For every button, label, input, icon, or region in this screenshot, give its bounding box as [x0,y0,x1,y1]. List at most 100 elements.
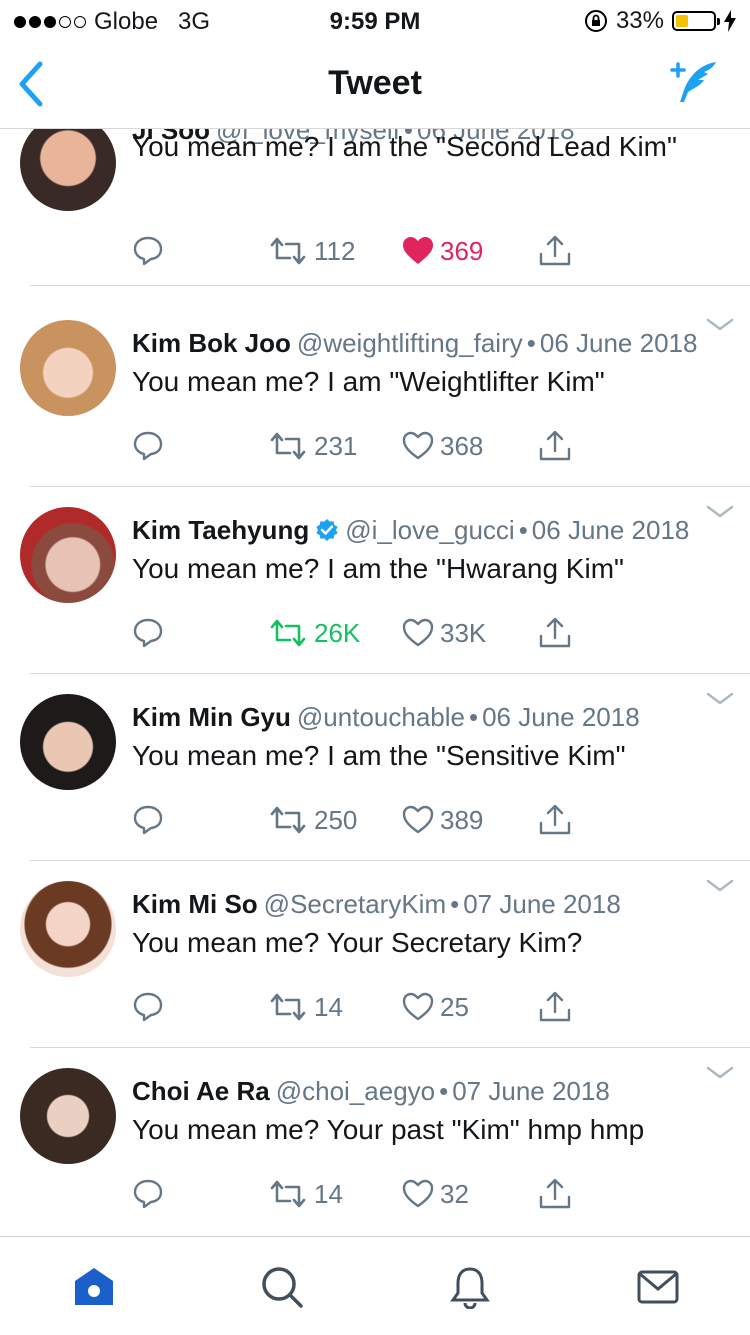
like-button[interactable]: 368 [402,426,483,466]
author-name[interactable]: Choi Ae Ra [132,1076,270,1106]
like-count: 32 [440,1178,469,1209]
author-handle[interactable]: @untouchable [297,702,465,732]
search-icon[interactable] [260,1265,304,1309]
tweet-text: You mean me? I am "Weightlifter Kim" [132,366,605,397]
author-handle[interactable]: @i_love_gucci [345,515,514,545]
page-title: Tweet [328,64,422,102]
home-icon[interactable] [72,1265,116,1309]
author-handle[interactable]: @choi_aegyo [276,1076,435,1106]
tweet-actions: 250 389 [132,800,732,840]
share-icon [538,234,572,268]
tweet-item[interactable]: Kim Mi So @SecretaryKim • 07 June 2018 You m… [0,861,750,1051]
reply-button[interactable] [132,800,164,840]
reply-button[interactable] [132,426,164,466]
dot-separator: • [518,515,528,545]
like-button[interactable]: 33K [402,613,486,653]
avatar[interactable] [20,881,116,977]
tweet-item[interactable]: Kim Bok Joo @weightlifting_fairy • 06 June … [0,300,750,490]
share-button[interactable] [538,426,572,466]
retweet-icon [268,618,308,648]
tweet-date: 06 June 2018 [539,328,698,358]
like-button[interactable]: 25 [402,987,469,1027]
share-button[interactable] [538,613,572,653]
like-button[interactable]: 369 [402,231,483,271]
share-icon [538,1177,572,1211]
share-button[interactable] [538,800,572,840]
author-handle[interactable]: @weightlifting_fairy [297,328,523,358]
like-count: 25 [440,991,469,1022]
more-options-chevron-icon[interactable] [706,1066,734,1080]
tweet-text: You mean me? I am the "Second Lead Kim" [132,131,677,162]
charging-bolt-icon [724,10,736,32]
tweet-text: You mean me? Your past "Kim" hmp hmp [132,1114,645,1145]
tweet-header: Kim Taehyung @i_love_gucci • 06 June 2018 [132,515,689,549]
like-button[interactable]: 389 [402,800,483,840]
tweet-item[interactable]: Choi Ae Ra @choi_aegyo • 07 June 2018 You me… [0,1048,750,1235]
share-button[interactable] [538,987,572,1027]
share-icon [538,803,572,837]
dot-separator: • [450,889,460,919]
tweet-header: Kim Mi So @SecretaryKim • 07 June 2018 [132,889,621,920]
author-name[interactable]: Kim Taehyung [132,515,309,545]
reply-button[interactable] [132,613,164,653]
heart-icon [402,805,434,835]
avatar[interactable] [20,1068,116,1164]
reply-button[interactable] [132,1174,164,1214]
retweet-button[interactable]: 250 [268,800,357,840]
tweet-item[interactable]: Ji Soo @i_love_myself • 06 June 2018 You mea… [0,129,750,305]
tweet-actions: 26K 33K [132,613,732,653]
reply-icon [132,235,164,267]
tweet-item[interactable]: Kim Taehyung @i_love_gucci • 06 June 2018 Yo… [0,487,750,677]
author-name[interactable]: Kim Bok Joo [132,328,291,358]
tweet-text: You mean me? I am the "Hwarang Kim" [132,553,624,584]
author-name[interactable]: Kim Min Gyu [132,702,291,732]
tweet-actions: 14 32 [132,1174,732,1214]
tweet-date: 07 June 2018 [463,889,621,919]
dot-separator: • [468,702,479,732]
more-options-chevron-icon[interactable] [706,318,734,332]
reply-icon [132,991,164,1023]
author-handle[interactable]: @SecretaryKim [264,889,446,919]
tweet-actions: 112 369 [132,231,732,271]
retweet-count: 26K [314,617,361,648]
share-button[interactable] [538,231,572,271]
status-bar: Globe 3G 9:59 PM 33% [0,0,750,40]
tweet-header: Kim Bok Joo @weightlifting_fairy • 06 June … [132,328,697,359]
retweet-icon [268,431,308,461]
tweet-actions: 14 25 [132,987,732,1027]
tweet-text: You mean me? I am the "Sensitive Kim" [132,740,626,771]
messages-envelope-icon[interactable] [636,1265,680,1309]
retweet-icon [268,236,308,266]
notifications-bell-icon[interactable] [448,1265,492,1309]
reply-icon [132,1178,164,1210]
dot-separator: • [526,328,536,358]
retweet-button[interactable]: 26K [268,613,360,653]
tweet-item[interactable]: Kim Min Gyu @untouchable • 06 June 2018 You … [0,674,750,864]
avatar[interactable] [20,507,116,603]
reply-button[interactable] [132,987,164,1027]
retweet-button[interactable]: 231 [268,426,357,466]
reply-button[interactable] [132,231,164,271]
retweet-count: 14 [314,991,343,1022]
retweet-button[interactable]: 14 [268,1174,343,1214]
more-options-chevron-icon[interactable] [706,879,734,893]
more-options-chevron-icon[interactable] [706,505,734,519]
retweet-button[interactable]: 14 [268,987,343,1027]
share-button[interactable] [538,1174,572,1214]
like-count: 33K [440,617,487,648]
retweet-button[interactable]: 112 [268,231,355,271]
heart-icon [402,992,434,1022]
tweet-date: 06 June 2018 [531,515,690,545]
like-button[interactable]: 32 [402,1174,469,1214]
status-right: 33% [584,7,736,35]
avatar[interactable] [20,694,116,790]
author-name[interactable]: Kim Mi So [132,889,258,919]
tab-bar [0,1236,750,1335]
like-count: 369 [440,235,484,266]
avatar[interactable] [20,320,116,416]
more-options-chevron-icon[interactable] [706,692,734,706]
battery-percent: 33% [615,7,664,34]
avatar[interactable] [20,129,116,211]
navigation-bar: Tweet [0,40,750,129]
compose-tweet-icon[interactable] [668,56,720,108]
